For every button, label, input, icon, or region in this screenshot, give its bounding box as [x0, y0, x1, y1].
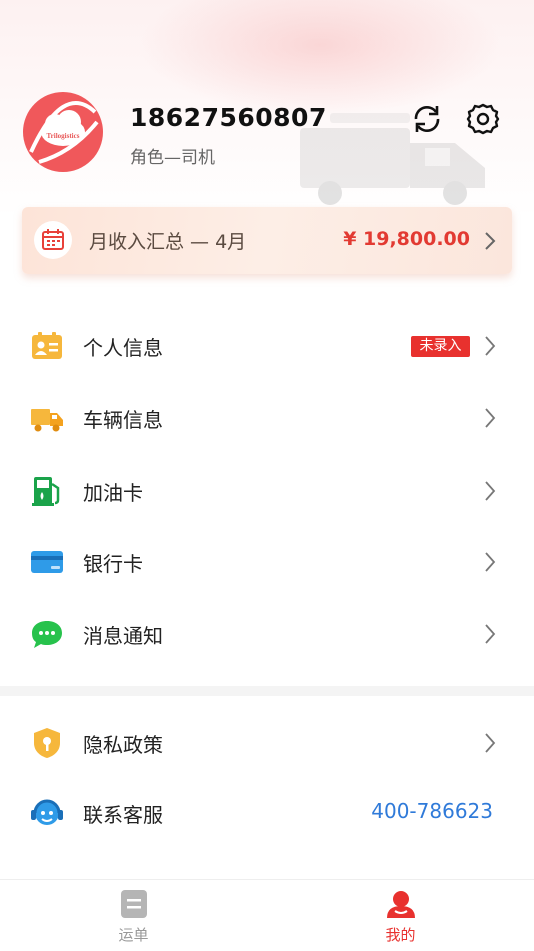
menu-item-label: 银行卡: [83, 552, 143, 576]
gear-icon[interactable]: [466, 102, 500, 136]
tab-label: 运单: [118, 926, 149, 944]
chevron-right-icon: [485, 733, 496, 753]
chat-bubble-icon: [32, 621, 62, 648]
tab-waybill[interactable]: 运单: [0, 880, 267, 951]
user-phone: 18627560807: [130, 103, 327, 132]
refresh-icon[interactable]: [410, 102, 444, 136]
menu-item-privacy-policy[interactable]: 隐私政策: [0, 713, 534, 773]
menu-item-vehicle-info[interactable]: 车辆信息: [0, 388, 534, 448]
headset-icon: [31, 799, 63, 825]
svg-text:Trilogistics: Trilogistics: [47, 132, 80, 140]
section-divider: [0, 686, 534, 696]
shield-icon: [34, 728, 60, 758]
bank-card-icon: [31, 551, 63, 573]
menu-item-label: 加油卡: [83, 481, 143, 505]
menu-item-fuel-card[interactable]: 加油卡: [0, 461, 534, 521]
chevron-right-icon: [485, 481, 496, 501]
user-role: 角色—司机: [130, 148, 215, 168]
menu-item-notifications[interactable]: 消息通知: [0, 604, 534, 664]
income-amount: ¥ 19,800.00: [343, 228, 470, 250]
id-card-icon: [32, 332, 62, 359]
status-badge: 未录入: [411, 336, 470, 357]
menu-item-bank-card[interactable]: 银行卡: [0, 532, 534, 592]
menu-item-customer-service[interactable]: 联系客服 400-786623: [0, 783, 534, 843]
menu-item-label: 车辆信息: [83, 408, 163, 432]
truck-icon: [31, 409, 63, 432]
chevron-right-icon: [485, 624, 496, 644]
monthly-income-card[interactable]: 月收入汇总 — 4月 ¥ 19,800.00: [22, 207, 512, 274]
chevron-right-icon: [485, 232, 496, 250]
tab-label: 我的: [385, 926, 416, 944]
menu-item-label: 消息通知: [83, 624, 163, 648]
menu-item-label: 个人信息: [83, 336, 163, 360]
logo-icon: Trilogistics: [29, 101, 99, 164]
menu-item-label: 联系客服: [83, 803, 163, 827]
tab-mine[interactable]: 我的: [267, 880, 534, 951]
income-label: 月收入汇总 — 4月: [89, 231, 247, 253]
bottom-tab-bar: 运单 我的: [0, 879, 534, 951]
menu-item-label: 隐私政策: [83, 733, 163, 757]
chevron-right-icon: [485, 336, 496, 356]
user-profile-icon: [387, 891, 415, 918]
menu-item-personal-info[interactable]: 个人信息 未录入: [0, 316, 534, 376]
fuel-pump-icon: [32, 477, 60, 506]
service-phone-link[interactable]: 400-786623: [371, 799, 493, 823]
avatar[interactable]: Trilogistics: [23, 92, 103, 172]
calendar-icon: [34, 221, 72, 259]
chevron-right-icon: [485, 552, 496, 572]
chevron-right-icon: [485, 408, 496, 428]
waybill-icon: [121, 890, 147, 918]
